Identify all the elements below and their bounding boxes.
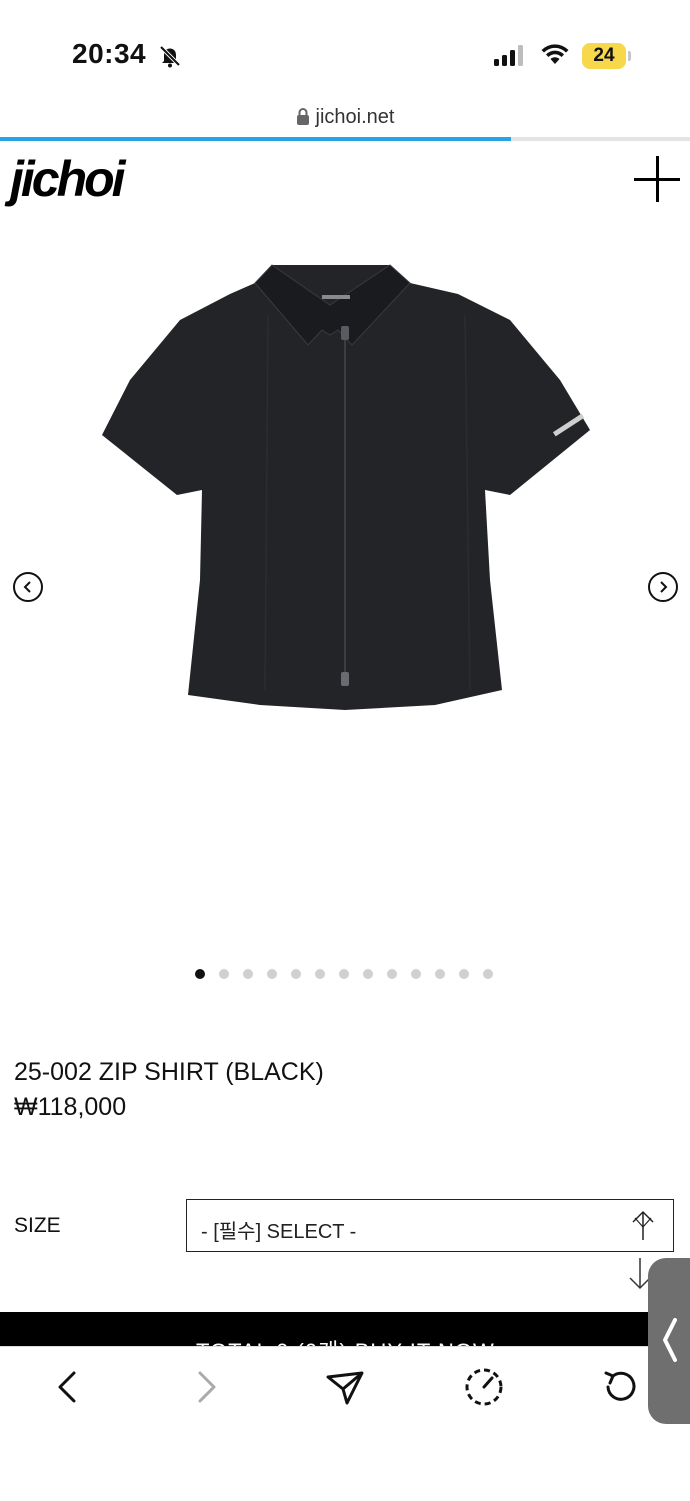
forward-button[interactable] [184,1365,228,1409]
carousel-dot[interactable] [411,969,421,979]
back-button[interactable] [46,1365,90,1409]
carousel-dot[interactable] [315,969,325,979]
address-bar[interactable]: jichoi.net [0,106,690,136]
carousel-dot[interactable] [435,969,445,979]
wifi-icon [541,44,569,64]
carousel-prev-button[interactable] [13,572,43,602]
carousel-dot[interactable] [339,969,349,979]
product-name: 25-002 ZIP SHIRT (BLACK) [14,1058,324,1086]
size-select-value: - [필수] SELECT - [201,1221,357,1243]
gauge-icon [465,1368,503,1406]
chevron-left-icon [58,1371,76,1403]
chevron-left-icon [23,581,31,593]
chevron-right-icon [660,581,668,593]
status-time: 20:34 [72,38,147,69]
size-label: SIZE [14,1214,61,1237]
battery-tip [628,51,631,61]
status-bar: 20:34 24 [0,0,690,110]
product-price: ₩118,000 [14,1093,127,1121]
reload-icon [604,1371,636,1401]
carousel-dot[interactable] [483,969,493,979]
side-drawer-tab[interactable] [648,1258,690,1424]
carousel-dot[interactable] [459,969,469,979]
send-icon [326,1371,364,1405]
lock-icon [296,108,309,125]
bell-slash-icon [159,45,181,68]
browser-toolbar [0,1346,690,1501]
carousel-dot[interactable] [219,969,229,979]
carousel-dot[interactable] [243,969,253,979]
speed-button[interactable] [462,1365,506,1409]
share-button[interactable] [323,1365,367,1409]
carousel-next-button[interactable] [648,572,678,602]
page-load-progress-fill [0,137,511,141]
carousel-pagination[interactable] [195,969,493,981]
chevron-left-icon [663,1318,677,1362]
site-logo[interactable]: jichoi [10,150,126,208]
carousel-dot[interactable] [291,969,301,979]
reload-button[interactable] [598,1365,642,1409]
buy-now-bar[interactable]: TOTAL 0 (0개) BUY IT NOW [0,1312,690,1346]
buy-now-bar-text: TOTAL 0 (0개) BUY IT NOW [196,1334,495,1346]
menu-plus-button[interactable] [632,154,682,204]
carousel-dot[interactable] [267,969,277,979]
chevron-right-icon [198,1371,216,1403]
page-load-progress [0,137,690,141]
carousel-dot[interactable] [363,969,373,979]
carousel-dot[interactable] [195,969,205,979]
cellular-signal-icon [494,45,523,66]
size-select[interactable]: - [필수] SELECT - [186,1199,674,1252]
sort-arrows-icon [632,1210,654,1240]
url-text: jichoi.net [315,106,395,128]
battery-indicator: 24 [582,43,626,69]
carousel-dot[interactable] [387,969,397,979]
product-image[interactable] [90,250,600,720]
